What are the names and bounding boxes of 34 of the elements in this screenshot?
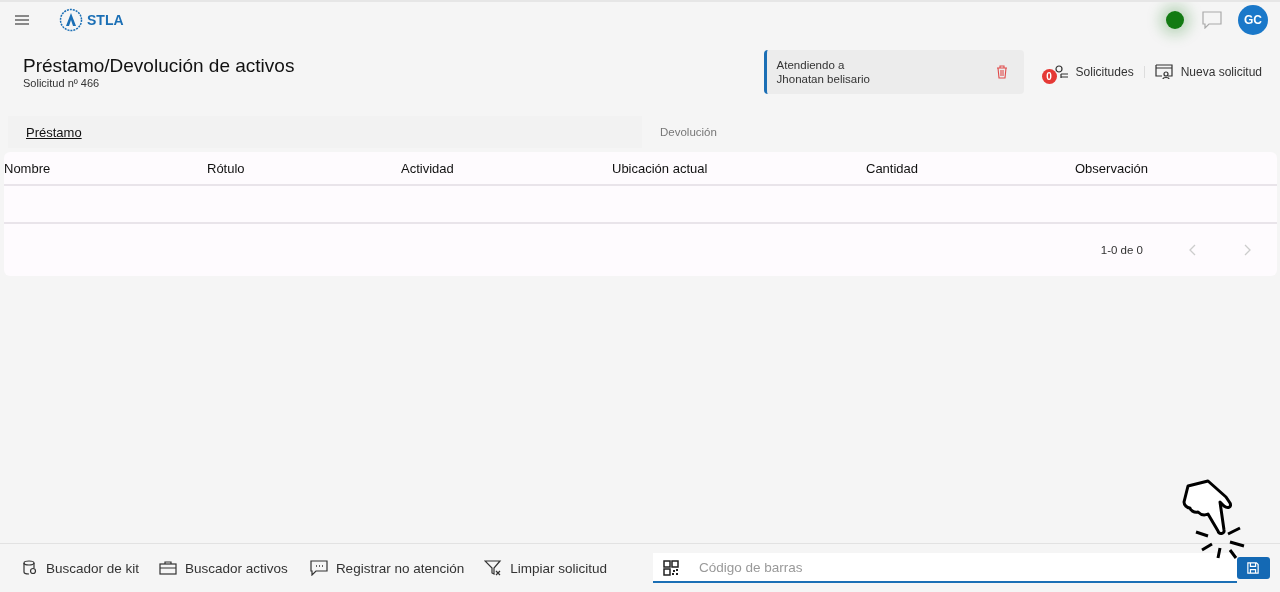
filter-clear-icon [484, 560, 503, 576]
toolbar-button[interactable]: Buscador de kit [18, 560, 144, 576]
chat-icon[interactable] [1202, 11, 1222, 29]
logo-icon [59, 8, 83, 32]
toolbar-button[interactable]: Limpiar solicitud [480, 560, 611, 576]
column-header: Cantidad [866, 160, 920, 176]
requests-button[interactable]: 0 Solicitudes [1035, 59, 1140, 85]
column-header: Actividad [401, 160, 455, 176]
cylinder-icon [22, 560, 38, 576]
column-header: Rótulo [207, 160, 246, 176]
attending-name: Jhonatan belisario [776, 73, 871, 85]
barcode-field[interactable]: Código de barras [653, 553, 1237, 583]
window-person-icon [1154, 64, 1173, 80]
briefcase-icon [159, 561, 178, 575]
save-icon [1247, 562, 1260, 574]
save-button[interactable] [1236, 557, 1270, 579]
toolbar-button[interactable]: Registrar no atención [305, 560, 469, 576]
new-request-button[interactable]: Nueva solicitud [1148, 64, 1268, 80]
toolbar-button[interactable]: Buscador activos [155, 560, 292, 576]
menu-icon[interactable] [15, 15, 29, 25]
user-avatar[interactable]: GC [1238, 5, 1268, 35]
tab[interactable]: Devolución [642, 116, 1276, 148]
logo-text: STLA [87, 12, 124, 28]
count-badge: 0 [1041, 69, 1057, 84]
attending-label: Atendiendo a [776, 59, 846, 71]
column-header: Observación [1075, 160, 1149, 176]
trash-icon[interactable] [995, 65, 1008, 79]
column-header: Ubicación actual [612, 160, 709, 176]
column-header: Nombre [4, 160, 52, 176]
page-title: Préstamo/Devolución de activos [23, 55, 295, 77]
request-number: Solicitud nº 466 [23, 77, 101, 89]
pagination-range: 1-0 de 0 [1100, 244, 1143, 256]
comment-icon [309, 560, 328, 576]
people-list-icon [1053, 65, 1068, 79]
